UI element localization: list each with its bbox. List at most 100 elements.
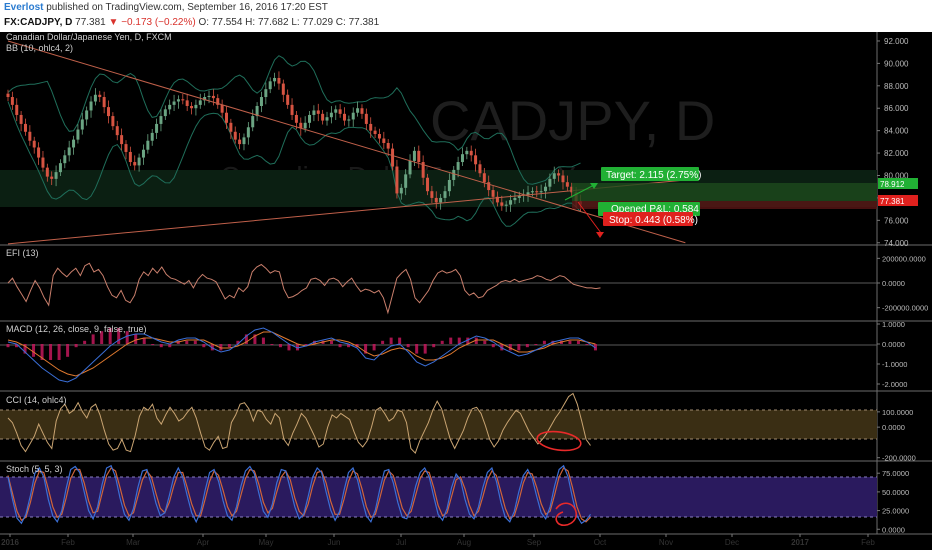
candle-body [316, 110, 320, 114]
candle-body [535, 191, 539, 193]
macd-histogram-bar [193, 340, 197, 344]
candle-body [268, 81, 272, 90]
macd-histogram-bar [491, 344, 495, 348]
macd-histogram-bar [270, 344, 274, 345]
macd-histogram-bar [585, 344, 589, 345]
candle-body [128, 151, 132, 163]
symbol-watermark: CADJPY, D [430, 89, 715, 152]
macd-histogram-bar [227, 344, 231, 348]
indicator-tick-label: 0.0000 [882, 423, 905, 432]
time-tick-label: Aug [457, 538, 471, 547]
candle-body [264, 89, 268, 98]
chart-canvas[interactable]: CADJPY, D Canadian Dollar/Japanese Yen T… [0, 32, 932, 550]
time-tick-label: Feb [61, 538, 75, 547]
price-pane-title: Canadian Dollar/Japanese Yen, D, FXCM [6, 32, 172, 42]
macd-histogram-bar [568, 340, 572, 344]
stoch-pane-label: Stoch (5, 5, 3) [6, 464, 63, 474]
candle-body [290, 104, 294, 115]
candle-body [417, 150, 421, 163]
candle-body [338, 109, 342, 114]
candle-body [460, 154, 464, 163]
candle-body [382, 138, 386, 143]
time-tick-label: Apr [197, 538, 210, 547]
candle-body [404, 174, 408, 188]
candle-body [50, 176, 54, 179]
price-tick-label: 82.000 [884, 149, 909, 158]
down-arrow-icon: ▼ [108, 17, 119, 28]
time-tick-label: May [258, 538, 273, 547]
candle-body [452, 169, 456, 180]
candle-body [233, 131, 237, 140]
candle-body [565, 182, 569, 187]
candle-body [548, 178, 552, 187]
macd-histogram-bar [202, 344, 206, 348]
indicator-tick-label: 0.0000 [882, 340, 905, 349]
candle-body [325, 117, 329, 121]
macd-histogram-bar [542, 340, 546, 344]
candle-body [412, 150, 416, 161]
macd-histogram-bar [406, 344, 410, 348]
macd-histogram-bar [381, 340, 385, 344]
candle-body [137, 157, 141, 166]
candle-body [198, 100, 202, 105]
candle-body [141, 149, 145, 158]
price-change: −0.173 (−0.22%) [121, 17, 196, 28]
candle-body [172, 101, 176, 105]
macd-histogram-bar [372, 344, 376, 351]
candle-body [281, 83, 285, 95]
indicator-tick-label: 25.0000 [882, 507, 909, 516]
candle-body [430, 191, 434, 198]
price-tick-label: 86.000 [884, 104, 909, 113]
candle-body [185, 100, 189, 106]
cci-pane-label: CCI (14, ohlc4) [6, 395, 67, 405]
publish-info: published on TradingView.com, September … [46, 2, 328, 13]
stoch-band [0, 477, 877, 517]
candle-body [251, 116, 255, 128]
macd-histogram-bar [159, 344, 163, 348]
target-zone[interactable] [572, 183, 877, 201]
candle-body [491, 190, 495, 197]
candle-body [23, 123, 27, 132]
candle-body [373, 130, 377, 135]
candle-body [246, 127, 250, 138]
candle-body [28, 131, 32, 141]
macd-histogram-bar [6, 344, 10, 348]
macd-histogram-bar [525, 344, 529, 348]
candle-body [238, 139, 242, 145]
candle-body [98, 94, 102, 98]
candle-body [469, 150, 473, 156]
candle-body [168, 104, 172, 110]
macd-histogram-bar [576, 340, 580, 344]
price-tick-label: 92.000 [884, 37, 909, 46]
macd-histogram-bar [83, 340, 87, 344]
candle-body [146, 140, 150, 150]
bollinger-label: BB (10, ohlc4, 2) [6, 43, 73, 53]
candle-body [120, 135, 124, 145]
last-price-value: 77.381 [880, 197, 905, 206]
candle-body [308, 114, 312, 123]
time-tick-label: Oct [594, 538, 607, 547]
macd-histogram-bar [278, 344, 282, 348]
candle-body [107, 107, 111, 117]
candle-body [124, 144, 128, 152]
macd-histogram-bar [423, 344, 427, 354]
candle-body [242, 137, 246, 145]
candle-body [277, 77, 281, 84]
candle-body [377, 134, 381, 139]
price-tick-label: 84.000 [884, 127, 909, 136]
candle-body [513, 197, 517, 201]
time-tick-label: Nov [659, 538, 673, 547]
indicator-tick-label: -200000.0000 [882, 304, 928, 313]
candle-body [190, 105, 194, 109]
author-link[interactable]: Everlost [4, 2, 43, 13]
macd-histogram-bar [449, 337, 453, 344]
macd-histogram-bar [151, 344, 155, 345]
time-tick-label: 2017 [791, 538, 809, 547]
time-tick-label: Dec [725, 538, 739, 547]
time-tick-label: Jun [328, 538, 341, 547]
time-tick-label: Mar [126, 538, 140, 547]
candle-body [500, 202, 504, 206]
stop-label: Stop: 0.443 (0.58%) [609, 215, 698, 226]
efi-pane-label: EFI (13) [6, 248, 39, 258]
candle-body [67, 147, 71, 156]
